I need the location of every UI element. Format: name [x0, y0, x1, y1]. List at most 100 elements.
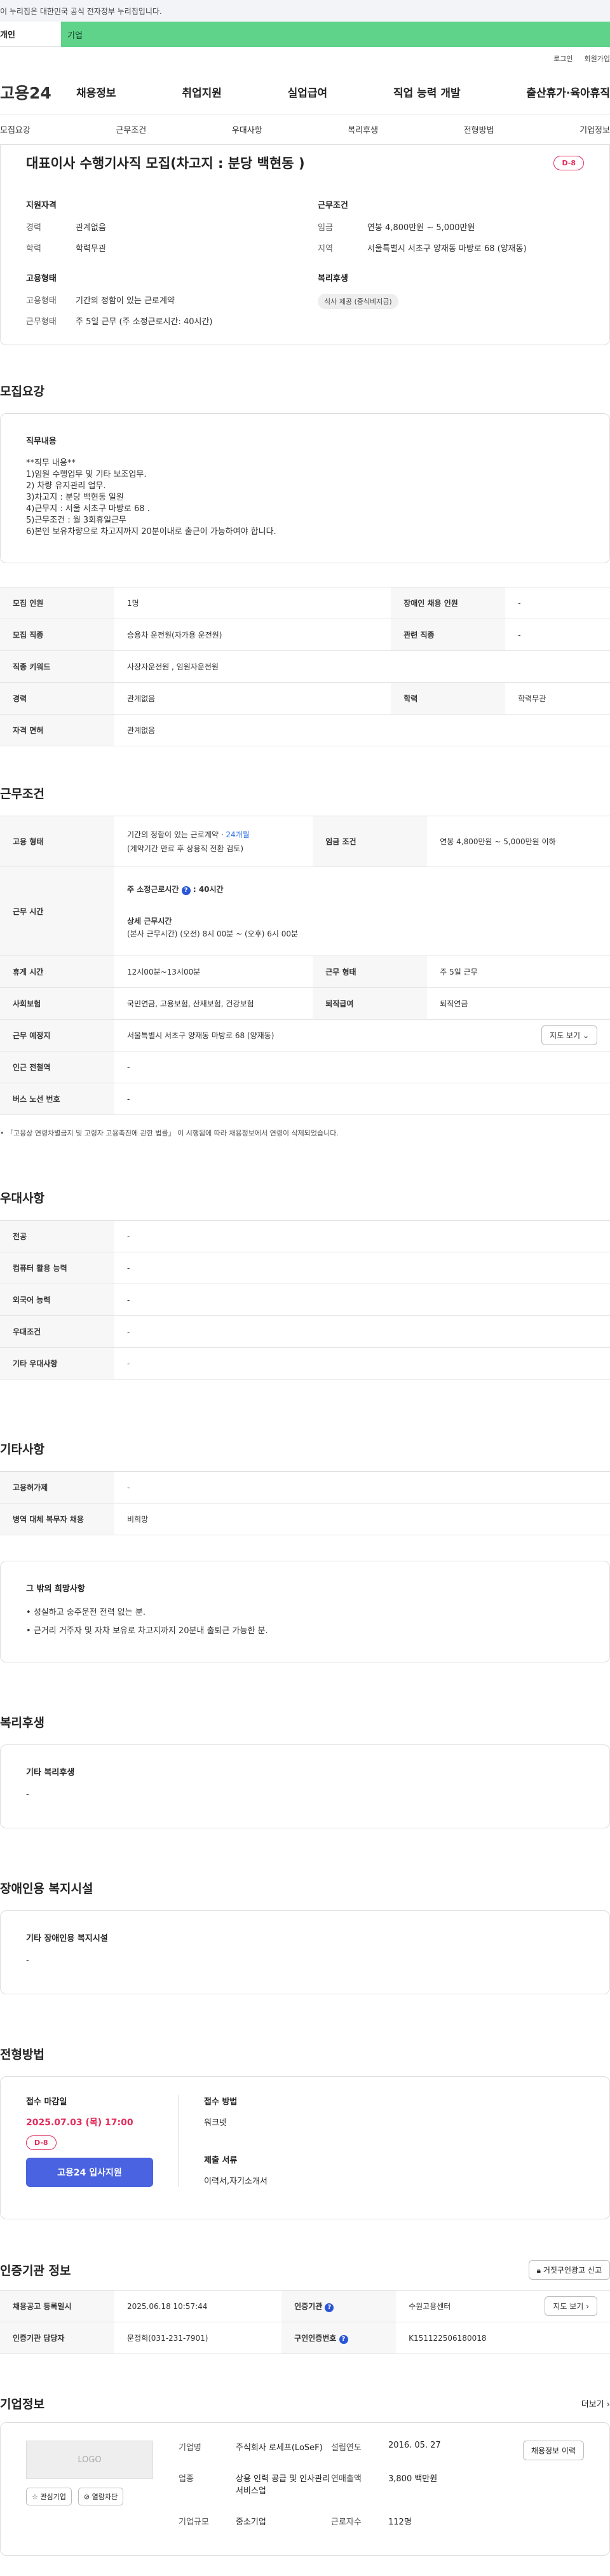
welfare-box-value: -	[26, 1790, 29, 1799]
subnav-preference[interactable]: 우대사항	[232, 123, 262, 135]
chevron-down-icon: ⌄	[582, 1031, 589, 1040]
docs-value: 이력서,자기소개서	[204, 2177, 268, 2186]
cell-key: 전공	[0, 1220, 114, 1252]
cell-value: 관계없음	[114, 714, 610, 746]
job-summary-grid: 지원자격 경력 관계없음 학력 학력무관 근무조건 임금 연봉 4,800만원 ~ 5…	[26, 198, 584, 336]
age-note: • 「고용상 연령차별금지 및 고령자 고용촉진에 관한 법률」 이 시행됨에 …	[0, 1128, 610, 1138]
work-heading: 근무조건	[318, 201, 348, 210]
subnav-conditions[interactable]: 근무조건	[116, 123, 146, 135]
subnav-welfare[interactable]: 복리후생	[348, 123, 378, 135]
util-bar: 로그인 회원가입	[0, 47, 610, 70]
tab-personal[interactable]: 개인	[0, 22, 61, 47]
cert-header: 인증기관 정보 🔒︎ 거짓구인광고 신고	[0, 2260, 610, 2280]
gnb-item-leave[interactable]: 출산휴가·육아휴직	[526, 84, 610, 100]
cell-key: 장애인 채용 인원	[391, 587, 506, 619]
table-row: 전공 -	[0, 1220, 610, 1252]
cell-value: K151122506180018	[396, 2322, 610, 2354]
cell-value: -	[114, 1471, 610, 1504]
subnav-recruit[interactable]: 모집요강	[0, 123, 30, 135]
subnav-screening[interactable]: 전형방법	[464, 123, 494, 135]
help-icon[interactable]: ?	[325, 2303, 334, 2312]
table-row: 기타 우대사항 -	[0, 1347, 610, 1380]
qual-value: 학력무관	[76, 244, 106, 254]
cert-agency-key: 인증기관 ?	[281, 2290, 396, 2322]
table-row: 직종 키워드 사장자운전원 , 임원자운전원	[0, 650, 610, 683]
site-logo[interactable]: 고용24	[0, 81, 76, 104]
gnb: 고용24 채용정보 취업지원 실업급여 직업 능력 개발 출산휴가·육아휴직	[0, 70, 610, 114]
more-link[interactable]: 더보기 ›	[581, 2397, 610, 2409]
gnb-item-jobs[interactable]: 채용정보	[76, 84, 116, 100]
cell-value: -	[114, 1284, 610, 1316]
help-icon[interactable]: ?	[339, 2334, 348, 2344]
block-icon: ⊘	[83, 2493, 90, 2501]
cell-key: 고용 형태	[0, 816, 114, 867]
chevron-right-icon: ›	[586, 2302, 589, 2311]
company-sales-key: 연매출액	[331, 2474, 362, 2484]
cell-key: 경력	[0, 682, 114, 715]
jobs-history-button[interactable]: 채용정보 이력	[522, 2441, 584, 2460]
etc-title: 기타사항	[0, 1442, 44, 1456]
cell-key: 채용공고 등록일시	[0, 2290, 114, 2322]
duty-line: 5)근무조건 : 월 3회휴일근무	[26, 516, 126, 525]
dday-badge: D-8	[26, 2135, 57, 2150]
disability-box-value: -	[26, 1956, 29, 1965]
cert-no-key: 구인인증번호 ?	[281, 2322, 396, 2354]
preference-table: 전공 - 컴퓨터 활용 능력 - 외국어 능력 - 우대조건 - 기타 우대사항 -	[0, 1220, 610, 1380]
place-cell: 서울특별시 서초구 양재동 마방로 68 (양재동) 지도 보기 ⌄	[114, 1019, 610, 1052]
employ-type-text: 기간의 정함이 있는 근로계약 ·	[127, 830, 226, 839]
table-row: 휴게 시간 12시00분~13시00분 근무 형태 주 5일 근무	[0, 956, 610, 988]
company-biz-value: 상용 인력 공급 및 인사관리 서비스업	[236, 2474, 330, 2496]
subnav-company[interactable]: 기업정보	[580, 123, 610, 135]
cell-key: 컴퓨터 활용 능력	[0, 1252, 114, 1284]
cell-value: -	[114, 1220, 610, 1252]
table-row: 외국어 능력 -	[0, 1284, 610, 1316]
map-button[interactable]: 지도 보기 ⌄	[541, 1025, 597, 1045]
hours-weekly: 주 소정근로시간 ? : 40시간	[127, 883, 610, 896]
apply-button[interactable]: 고용24 입사지원	[26, 2158, 153, 2187]
tab-company[interactable]: 기업	[61, 22, 610, 47]
table-row: 고용 형태 기간의 정함이 있는 근로계약 · 24개월 (계약기간 만료 후 …	[0, 816, 610, 867]
block-button[interactable]: ⊘ 열람차단	[78, 2488, 124, 2505]
table-row: 인증기관 담당자 문정희(031-231-7901) 구인인증번호 ? K151122…	[0, 2322, 610, 2354]
section-subnav: 모집요강 근무조건 우대사항 복리후생 전형방법 기업정보	[0, 114, 610, 145]
deadline-value: 2025.07.03 (목) 17:00	[26, 2118, 133, 2128]
login-link[interactable]: 로그인	[553, 53, 573, 64]
cert-no-key-text: 구인인증번호	[294, 2333, 337, 2343]
job-title-row: 대표이사 수행기사직 모집(차고지 : 분당 백현동 ) D-8	[26, 150, 584, 175]
qual-key: 학력	[26, 244, 41, 254]
disability-box: 기타 장애인용 복지시설 -	[0, 1910, 610, 1994]
emp-key: 고용형태	[26, 296, 57, 306]
qual-row: 경력 관계없음	[26, 221, 292, 233]
qual-row: 학력 학력무관	[26, 242, 292, 254]
map-button-label: 지도 보기	[553, 2302, 584, 2311]
table-row: 근무 시간 주 소정근로시간 ? : 40시간 상세 근무시간 (본사 근무시간…	[0, 867, 610, 956]
table-row: 모집 직종 승용차 운전원(자가용 운전원) 관련 직종 -	[0, 619, 610, 651]
cert-table: 채용공고 등록일시 2025.06.18 10:57:44 인증기관 ? 수원고용센…	[0, 2290, 610, 2354]
cell-value: -	[114, 1252, 610, 1284]
gnb-item-training[interactable]: 직업 능력 개발	[393, 84, 461, 100]
method-value: 워크넷	[204, 2118, 227, 2128]
report-button[interactable]: 🔒︎ 거짓구인광고 신고	[528, 2260, 610, 2280]
cell-value: -	[114, 1315, 610, 1348]
company-staff-value: 112명	[388, 2518, 412, 2527]
map-button[interactable]: 지도 보기 ›	[545, 2296, 597, 2316]
company-sales-value: 3,800 백만원	[388, 2474, 438, 2484]
table-row: 컴퓨터 활용 능력 -	[0, 1252, 610, 1284]
cell-key: 근무 예정지	[0, 1019, 114, 1052]
signup-link[interactable]: 회원가입	[585, 53, 610, 64]
emp-row: 고용형태 기간의 정함이 있는 근로계약	[26, 294, 292, 306]
report-button-label: 거짓구인광고 신고	[543, 2266, 602, 2275]
other-wish-list: • 성실하고 숭주운전 전력 없는 분. • 근거리 거주자 및 자차 보유로 …	[26, 1605, 584, 1636]
table-row: 우대조건 -	[0, 1315, 610, 1348]
help-icon[interactable]: ?	[181, 886, 191, 895]
hours-weekly-value: : 40시간	[193, 884, 224, 894]
gnb-item-support[interactable]: 취업지원	[182, 84, 222, 100]
map-button-label: 지도 보기	[550, 1031, 581, 1040]
disability-title: 장애인용 복지시설	[0, 1882, 93, 1896]
table-row: 사회보험 국민연금, 고용보험, 산재보험, 건강보험 퇴직급여 퇴직연금	[0, 987, 610, 1020]
interest-button[interactable]: ☆ 관심기업	[26, 2488, 72, 2505]
recruit-table: 모집 인원 1명 장애인 채용 인원 - 모집 직종 승용차 운전원(자가용 운전원) 관…	[0, 587, 610, 746]
cell-key: 임금 조건	[313, 816, 428, 867]
gov-banner: 이 누리집은 대한민국 공식 전자정부 누리집입니다.	[0, 0, 610, 22]
gnb-item-unemployment[interactable]: 실업급여	[288, 84, 328, 100]
